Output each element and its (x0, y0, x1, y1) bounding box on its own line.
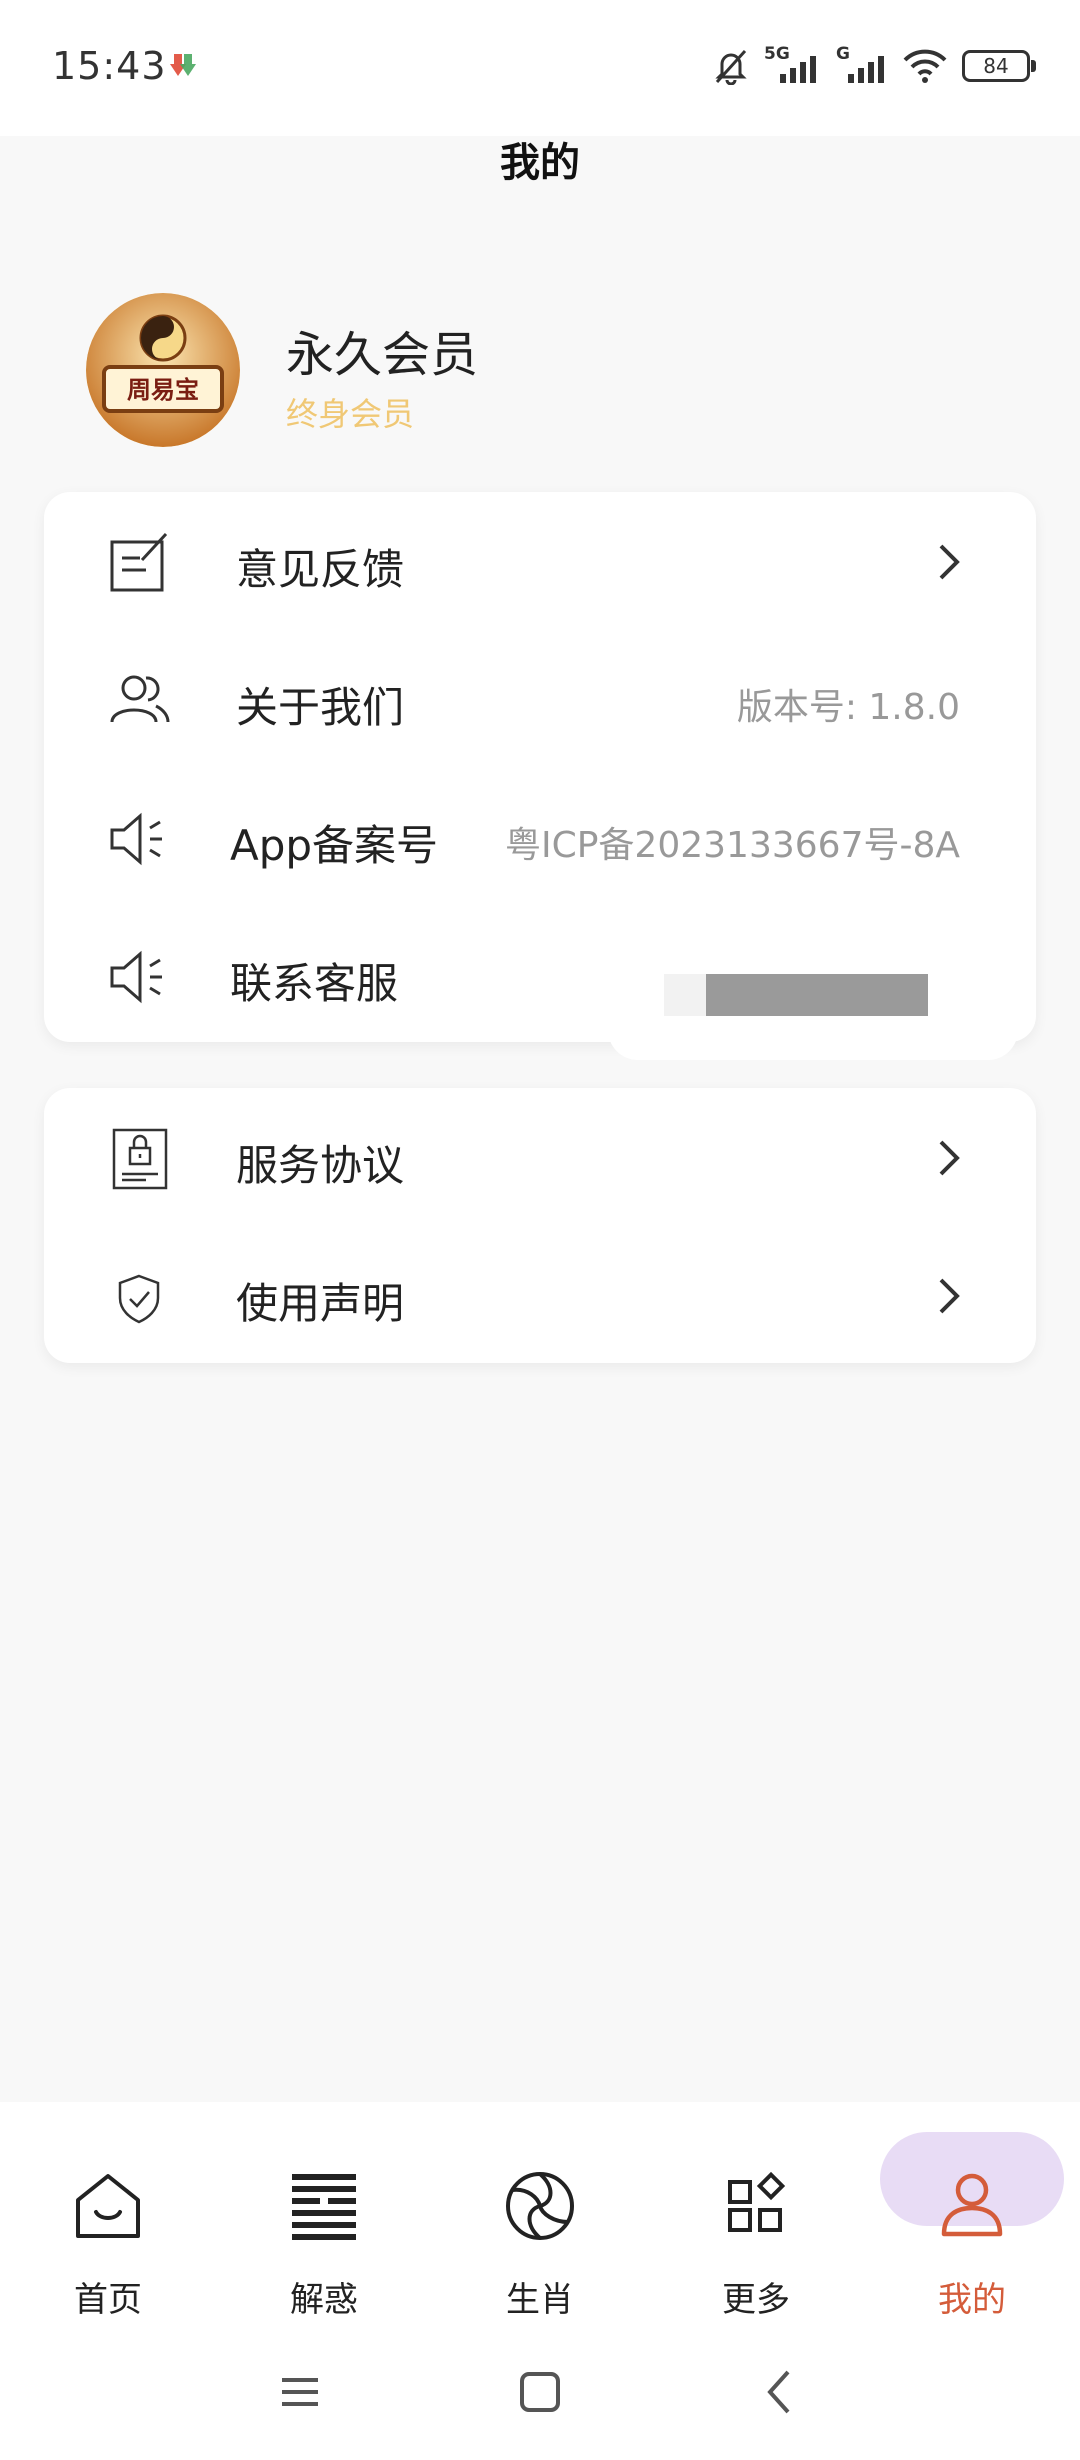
speaker-icon (110, 950, 162, 1004)
status-indicators: 5G G 84 (712, 44, 1036, 88)
nav-tab-label: 解惑 (290, 2280, 358, 2320)
menu-item-label: 关于我们 (236, 683, 405, 732)
menu-item-label: 使用声明 (236, 1279, 405, 1328)
nav-tab-zodiac[interactable]: 生肖 (450, 2126, 630, 2326)
avatar-image: 周易宝 (86, 293, 240, 447)
apps-icon (728, 2171, 786, 2232)
wifi-icon (903, 49, 947, 83)
menu-item-label: 联系客服 (230, 959, 399, 1008)
menu-item-label: 服务协议 (236, 1141, 405, 1190)
signal-g: G (836, 44, 888, 86)
status-time: 15:43 (52, 44, 167, 88)
chevron-right-icon (939, 544, 960, 580)
home-icon (76, 2174, 140, 2238)
menu-item-label: App备案号 (230, 821, 439, 870)
shield-check-icon (118, 1274, 160, 1324)
menu-item-usage-statement[interactable]: 使用声明 (44, 1226, 1036, 1364)
nav-tab-mine[interactable]: 我的 (882, 2126, 1062, 2326)
version-text: 版本号: 1.8.0 (736, 687, 960, 728)
app-notification-icon (170, 54, 196, 76)
nav-tab-label: 我的 (938, 2280, 1006, 2320)
redacted-area (664, 974, 706, 1016)
nav-tab-more[interactable]: 更多 (666, 2126, 846, 2326)
redacted-contact (706, 974, 928, 1016)
icp-number: 粤ICP备2023133667号-8A (504, 825, 960, 866)
menu-item-feedback[interactable]: 意见反馈 (44, 492, 1036, 630)
document-lock-icon (112, 1128, 168, 1190)
svg-text:周易宝: 周易宝 (127, 375, 199, 404)
signal-5g: 5G (764, 44, 822, 86)
profile-header[interactable]: 周易宝 永久会员 终身会员 (86, 293, 986, 453)
avatar[interactable]: 周易宝 (86, 293, 240, 447)
menu-item-about[interactable]: 关于我们 版本号: 1.8.0 (44, 630, 1036, 768)
nav-tab-label: 生肖 (506, 2280, 574, 2320)
chevron-right-icon (939, 1278, 960, 1314)
nav-tab-label: 首页 (74, 2280, 142, 2320)
status-bar: 15:43 5G G 84 (0, 0, 1080, 136)
edit-note-icon (110, 532, 168, 592)
nav-tab-guidance[interactable]: 解惑 (234, 2126, 414, 2326)
zodiac-icon (506, 2172, 574, 2240)
chevron-right-icon (939, 1140, 960, 1176)
nav-tab-label: 更多 (722, 2280, 790, 2320)
menu-item-label: 意见反馈 (236, 545, 405, 594)
user-icon (941, 2173, 1003, 2237)
home-button-icon[interactable] (490, 2340, 590, 2440)
menu-item-service-agreement[interactable]: 服务协议 (44, 1088, 1036, 1226)
page-title: 我的 (500, 140, 580, 186)
settings-card-2: 服务协议 使用声明 (44, 1088, 1036, 1363)
hexagram-icon (292, 2174, 356, 2240)
system-nav-bar (0, 2340, 1080, 2460)
signal-bars-icon (780, 56, 816, 83)
back-icon[interactable] (728, 2340, 828, 2440)
people-icon (110, 675, 170, 723)
signal-bars-icon (848, 56, 884, 83)
battery-indicator: 84 (962, 50, 1036, 82)
speaker-icon (110, 812, 162, 866)
bell-muted-icon (715, 49, 747, 85)
menu-item-icp[interactable]: App备案号 粤ICP备2023133667号-8A (44, 768, 1036, 906)
member-level: 终身会员 (286, 395, 415, 433)
menu-icon[interactable] (250, 2340, 350, 2440)
member-name: 永久会员 (286, 327, 479, 383)
nav-tab-home[interactable]: 首页 (18, 2126, 198, 2326)
